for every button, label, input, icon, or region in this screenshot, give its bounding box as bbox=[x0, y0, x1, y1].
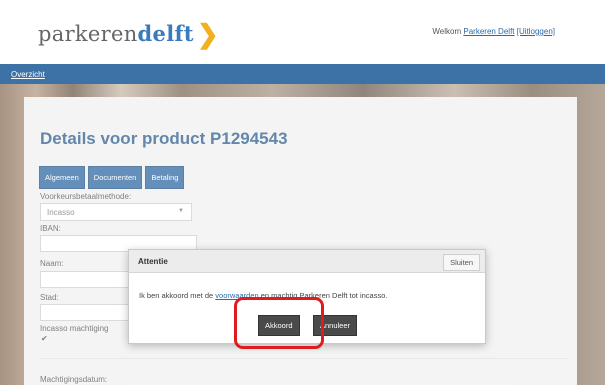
logo-text-delft: delft bbox=[137, 21, 194, 46]
logo-text-parkeren: parkeren bbox=[38, 22, 138, 46]
nav-overview-link[interactable]: Overzicht bbox=[11, 70, 45, 79]
welcome-bar: Welkom Parkeren Delft [Uitloggen] bbox=[432, 27, 555, 36]
dialog-text-start: Ik ben akkoord met de bbox=[139, 291, 216, 300]
header: parkerendelft ❯ Welkom Parkeren Delft [Ui… bbox=[0, 0, 605, 64]
logo[interactable]: parkerendelft ❯ bbox=[38, 18, 219, 50]
navbar: Overzicht bbox=[0, 64, 605, 84]
user-name-link[interactable]: Parkeren Delft bbox=[463, 27, 514, 36]
logout-link[interactable]: [Uitloggen] bbox=[517, 27, 555, 36]
dialog-header: Attentie Sluiten bbox=[129, 250, 485, 273]
annotation-highlight-box bbox=[234, 297, 324, 349]
dialog-title: Attentie bbox=[138, 257, 168, 266]
welcome-text: Welkom bbox=[432, 27, 462, 36]
close-button[interactable]: Sluiten bbox=[443, 254, 480, 271]
logo-chevron-icon: ❯ bbox=[196, 20, 219, 50]
